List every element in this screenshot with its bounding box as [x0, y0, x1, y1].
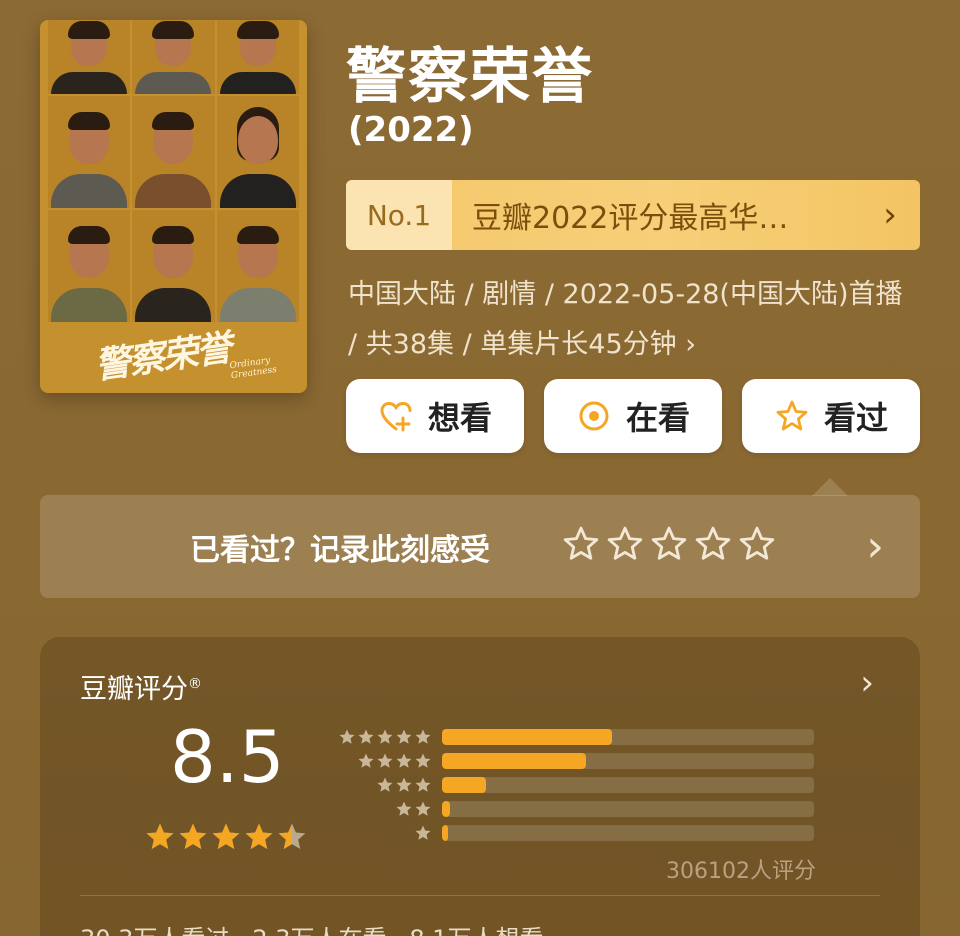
rating-card: 豆瓣评分® › 8.5 306102人评分 30.3万人看过 · 2.3万人在看… — [40, 637, 920, 936]
distribution-stars — [336, 728, 432, 746]
chevron-right-icon: › — [883, 195, 897, 235]
distribution-stars — [336, 800, 432, 818]
ranking-banner[interactable]: No.1 豆瓣2022评分最高华… › — [346, 180, 920, 250]
distribution-bar-fill — [442, 777, 487, 793]
star-icon — [358, 753, 374, 768]
poster-face — [216, 96, 299, 208]
poster-face — [132, 210, 215, 322]
star-filled-icon — [212, 823, 240, 849]
star-outline-icon — [563, 526, 599, 560]
rating-source-label[interactable]: 豆瓣评分® — [80, 667, 202, 706]
poster-face — [216, 210, 299, 322]
star-filled-icon — [245, 823, 273, 849]
chevron-right-icon: › — [685, 329, 697, 360]
record-feeling-label: 已看过？记录此刻感受 — [190, 533, 490, 568]
poster-face — [48, 20, 131, 94]
star-icon — [415, 753, 431, 768]
poster-face — [132, 20, 215, 94]
star-filled-icon — [146, 823, 174, 849]
rating-score: 8.5 — [170, 715, 285, 799]
star-icon — [415, 729, 431, 744]
poster-image[interactable]: 警察荣誉 Ordinary Greatness — [40, 20, 307, 393]
page-title: 警察荣誉 — [346, 42, 594, 112]
rating-stars — [144, 821, 308, 853]
distribution-bar-track — [442, 801, 814, 817]
poster-face — [132, 96, 215, 208]
star-icon — [415, 801, 431, 816]
poster-cast-grid — [48, 20, 299, 322]
poster-title: 警察荣誉 — [92, 326, 233, 388]
star-icon — [396, 753, 412, 768]
star-outline-icon — [695, 526, 731, 560]
registered-mark: ® — [188, 676, 202, 692]
star-icon — [377, 753, 393, 768]
distribution-row-3-star — [336, 773, 814, 797]
distribution-bar-track — [442, 753, 814, 769]
watched-label: 看过 — [823, 399, 888, 437]
distribution-bar-track — [442, 825, 814, 841]
rating-distribution — [336, 725, 814, 845]
distribution-row-5-star — [336, 725, 814, 749]
star-outline-icon — [739, 526, 775, 560]
rank-badge: No.1 — [346, 180, 452, 250]
distribution-row-2-star — [336, 797, 814, 821]
poster-face — [48, 96, 131, 208]
watched-button[interactable]: 看过 — [742, 379, 920, 453]
chevron-right-icon[interactable]: › — [860, 663, 874, 703]
want-to-watch-button[interactable]: 想看 — [346, 379, 524, 453]
watch-stats: 30.3万人看过 · 2.3万人在看 · 8.1万人想看 — [80, 919, 544, 936]
rating-source-text: 豆瓣评分 — [80, 674, 188, 705]
poster-face — [48, 210, 131, 322]
distribution-stars — [336, 752, 432, 770]
star-icon — [339, 729, 355, 744]
star-half-icon — [278, 823, 306, 849]
rate-stars[interactable] — [562, 525, 776, 563]
distribution-bar-track — [442, 777, 814, 793]
distribution-bar-fill — [442, 753, 586, 769]
watching-button[interactable]: 在看 — [544, 379, 722, 453]
rank-text: 豆瓣2022评分最高华… — [472, 201, 789, 236]
distribution-bar-fill — [442, 801, 451, 817]
movie-info[interactable]: 中国大陆 / 剧情 / 2022-05-28(中国大陆)首播 / 共38集 / … — [348, 270, 908, 370]
star-icon — [358, 729, 374, 744]
star-icon — [396, 777, 412, 792]
star-icon — [377, 729, 393, 744]
star-icon — [396, 801, 412, 816]
watching-label: 在看 — [625, 399, 690, 437]
poster-subtitle: Ordinary Greatness — [228, 355, 278, 382]
chevron-right-icon: › — [866, 521, 884, 572]
star-outline-icon — [651, 526, 687, 560]
release-year: (2022) — [348, 110, 474, 150]
rating-count: 306102人评分 — [666, 859, 816, 884]
distribution-row-1-star — [336, 821, 814, 845]
star-outline-icon — [607, 526, 643, 560]
record-feeling-bar[interactable]: 已看过？记录此刻感受 › — [40, 495, 920, 598]
want-to-watch-label: 想看 — [427, 399, 492, 437]
star-icon — [415, 777, 431, 792]
star-filled-icon — [179, 823, 207, 849]
star-icon — [415, 825, 431, 840]
distribution-bar-fill — [442, 729, 612, 745]
heart-plus-icon — [380, 401, 412, 432]
target-circle-icon — [579, 401, 609, 431]
star-icon — [396, 729, 412, 744]
distribution-bar-track — [442, 729, 814, 745]
record-pointer — [812, 478, 848, 496]
action-buttons: 想看 在看 看过 — [346, 379, 920, 453]
distribution-stars — [336, 824, 432, 842]
star-icon — [377, 777, 393, 792]
divider — [80, 895, 880, 896]
poster-face — [216, 20, 299, 94]
movie-detail-page: 警察荣誉 Ordinary Greatness 警察荣誉 (2022) No.1… — [0, 0, 960, 936]
distribution-stars — [336, 776, 432, 794]
distribution-row-4-star — [336, 749, 814, 773]
distribution-bar-fill — [442, 825, 448, 841]
star-outline-icon — [776, 400, 808, 431]
movie-info-text: 中国大陆 / 剧情 / 2022-05-28(中国大陆)首播 / 共38集 / … — [348, 279, 903, 360]
